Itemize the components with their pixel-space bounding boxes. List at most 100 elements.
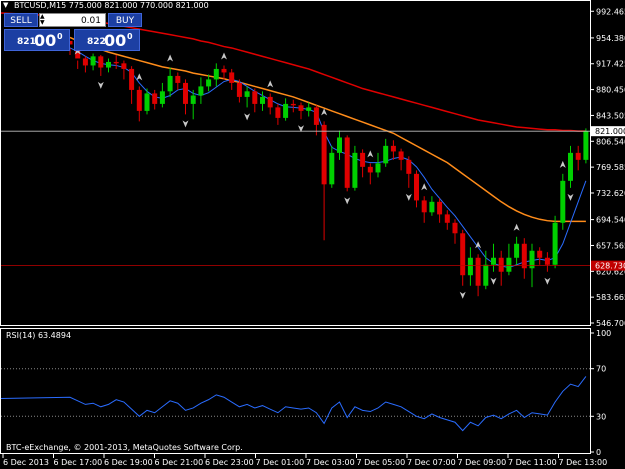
line-price-label: 628.730 bbox=[595, 262, 625, 271]
candles bbox=[67, 40, 589, 297]
candle-body bbox=[575, 152, 581, 160]
candle-body bbox=[337, 137, 342, 153]
candle-body bbox=[298, 105, 304, 111]
fractal-down-arrow bbox=[97, 81, 104, 89]
time-tick-label: 7 Dec 03:00 bbox=[306, 458, 355, 467]
price-tick-label: 992.465 bbox=[596, 7, 625, 16]
candle-body bbox=[221, 68, 227, 73]
rsi-line bbox=[0, 376, 587, 432]
buy-price-button[interactable]: 822 00 0 bbox=[74, 29, 140, 51]
time-tick-label: 7 Dec 13:00 bbox=[559, 458, 608, 467]
candle-body bbox=[467, 257, 473, 276]
candle-body bbox=[275, 107, 281, 118]
buy-price-small: 822 bbox=[87, 37, 106, 47]
candle-body bbox=[167, 75, 173, 92]
candle-body bbox=[406, 159, 412, 174]
lot-size-input[interactable]: 0.01 bbox=[39, 13, 106, 27]
candle-body bbox=[129, 68, 135, 90]
candle-body bbox=[321, 124, 327, 185]
candle-body bbox=[537, 250, 543, 258]
rsi-tick-label: 30 bbox=[596, 412, 606, 421]
candle-body bbox=[175, 75, 181, 83]
fractal-up-arrow bbox=[559, 160, 566, 168]
candle-body bbox=[236, 82, 242, 97]
rsi-chart-frame bbox=[0, 328, 591, 454]
candle-body bbox=[521, 243, 527, 269]
price-tick-label: 657.565 bbox=[596, 241, 625, 250]
candle-body bbox=[560, 180, 566, 223]
price-labels: 821.000 628.730 bbox=[1, 126, 625, 271]
fractal-up-arrow bbox=[513, 223, 520, 231]
candle-body bbox=[375, 163, 381, 173]
one-click-trade-panel: SELL 0.01 ▲ ▼ BUY 821 00 0 822 00 0 bbox=[4, 13, 142, 51]
time-tick-label: 6 Dec 21:00 bbox=[155, 458, 204, 467]
price-tick-label: 769.585 bbox=[596, 163, 625, 172]
candle-body bbox=[183, 82, 188, 104]
candle-body bbox=[213, 68, 219, 80]
price-tick-label: 583.665 bbox=[596, 293, 625, 302]
triangle-down-icon[interactable]: ▼ bbox=[3, 1, 8, 9]
rsi-label: RSI(14) 63.4894 bbox=[6, 331, 72, 340]
fractal-up-arrow bbox=[421, 183, 428, 191]
candle-body bbox=[437, 201, 443, 215]
candle-body bbox=[244, 91, 250, 97]
time-tick-label: 7 Dec 05:00 bbox=[357, 458, 406, 467]
price-tick-label: 843.505 bbox=[596, 111, 625, 120]
symbol-info: BTCUSD,M15 775.000 821.000 770.000 821.0… bbox=[14, 1, 209, 10]
indicator-lines bbox=[0, 12, 587, 269]
sell-button[interactable]: SELL bbox=[4, 13, 38, 27]
ma-fast-line bbox=[69, 47, 587, 269]
price-tick-label: 880.450 bbox=[596, 86, 625, 95]
fractal-down-arrow bbox=[344, 197, 351, 205]
candle-body bbox=[98, 56, 104, 68]
candle-body bbox=[267, 96, 273, 108]
candle-body bbox=[460, 233, 466, 276]
price-tick-label: 917.425 bbox=[596, 60, 625, 69]
candle-body bbox=[113, 61, 119, 64]
candle-body bbox=[159, 91, 165, 104]
candle-body bbox=[429, 201, 435, 213]
fractal-up-arrow bbox=[136, 73, 143, 81]
candle-body bbox=[583, 131, 589, 160]
candle-body bbox=[198, 86, 204, 96]
time-tick-label: 7 Dec 09:00 bbox=[458, 458, 507, 467]
candle-body bbox=[483, 264, 489, 286]
time-tick-label: 6 Dec 2013 bbox=[3, 458, 49, 467]
candle-body bbox=[283, 103, 289, 118]
buy-button[interactable]: BUY bbox=[108, 13, 142, 27]
candle-body bbox=[344, 137, 350, 188]
rsi-tick-label: 0 bbox=[596, 448, 601, 457]
fractal-down-arrow bbox=[567, 193, 574, 201]
price-axis: 992.465 954.380 917.425 880.450 843.505 806.5… bbox=[590, 7, 625, 328]
rsi-axis: 100 70 30 0 bbox=[1, 329, 611, 457]
price-tick-label: 694.540 bbox=[596, 216, 625, 225]
time-tick-label: 6 Dec 19:00 bbox=[104, 458, 153, 467]
candle-body bbox=[144, 93, 150, 111]
copyright-text: BTC-eExchange, © 2001-2013, MetaQuotes S… bbox=[6, 443, 243, 452]
fractal-down-arrow bbox=[459, 291, 466, 299]
fractal-up-arrow bbox=[167, 54, 174, 62]
fractal-down-arrow bbox=[182, 120, 189, 128]
candle-body bbox=[121, 63, 127, 69]
candle-body bbox=[306, 107, 312, 111]
candle-body bbox=[229, 72, 235, 83]
ma-mid-line bbox=[69, 36, 586, 223]
fractal-up-arrow bbox=[267, 80, 274, 88]
candle-body bbox=[313, 107, 319, 125]
candle-body bbox=[260, 96, 265, 104]
fractal-down-arrow bbox=[490, 277, 497, 285]
time-tick-label: 7 Dec 11:00 bbox=[508, 458, 557, 467]
candle-body bbox=[329, 152, 335, 185]
chart-canvas[interactable]: 992.465 954.380 917.425 880.450 843.505 806.5… bbox=[0, 0, 625, 469]
lot-spinner-icon[interactable]: ▲ ▼ bbox=[40, 14, 48, 26]
candle-body bbox=[206, 79, 212, 87]
candle-body bbox=[475, 257, 481, 286]
candle-body bbox=[491, 257, 496, 265]
sell-price-button[interactable]: 821 00 0 bbox=[4, 29, 70, 51]
sell-price-small: 821 bbox=[17, 37, 36, 47]
candle-body bbox=[190, 95, 196, 104]
fractal-down-arrow bbox=[544, 277, 551, 285]
candle-body bbox=[106, 61, 111, 68]
candle-body bbox=[390, 145, 396, 152]
candle-body bbox=[360, 152, 366, 167]
